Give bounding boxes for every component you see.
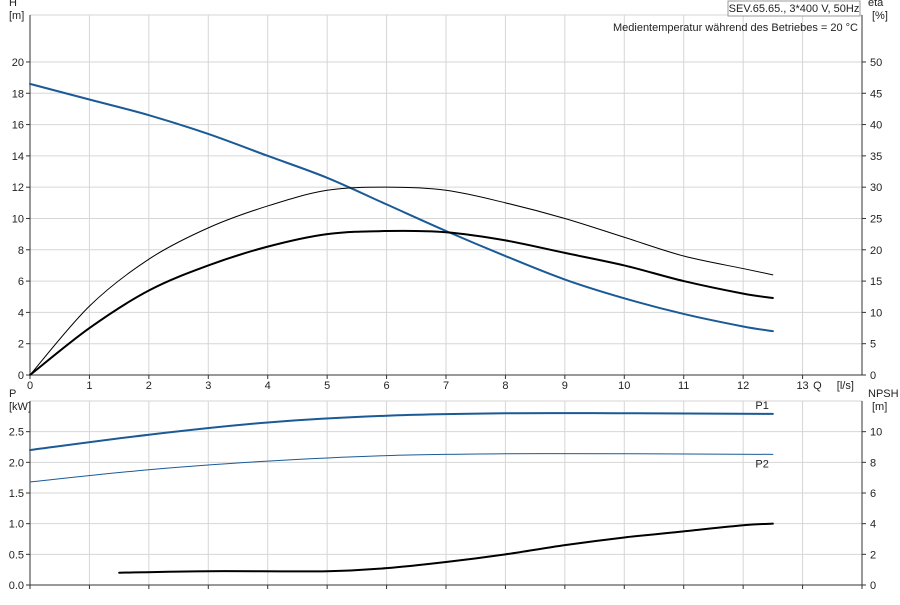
series-label-p2: P2 — [755, 458, 768, 470]
y-axis-unit-right: [%] — [872, 10, 888, 22]
y-tick-label-right: 35 — [870, 151, 882, 163]
x-tick-label: 6 — [384, 380, 390, 392]
y-tick-label-left: 14 — [12, 151, 24, 163]
y-tick-label-right: 25 — [870, 213, 882, 225]
x-tick-label: 9 — [562, 380, 568, 392]
y-tick-label-right: 6 — [870, 488, 876, 500]
y-tick-label-left: 16 — [12, 120, 24, 132]
x-tick-label: 10 — [618, 380, 630, 392]
x-tick-label: 4 — [265, 380, 271, 392]
y-tick-label-left: 4 — [18, 307, 24, 319]
y-tick-label-right: 45 — [870, 88, 882, 100]
y-axis-label-right: eta — [868, 0, 884, 9]
y-tick-label-left: 18 — [12, 88, 24, 100]
pump-name-text: SEV.65.65., 3*400 V, 50Hz — [729, 3, 860, 15]
x-tick-label: 13 — [796, 380, 808, 392]
y-tick-label-left: 0 — [18, 370, 24, 382]
y-tick-label-left: 1.0 — [9, 519, 24, 531]
y-tick-label-left: 10 — [12, 213, 24, 225]
x-tick-label: 11 — [678, 380, 689, 392]
y-tick-label-right: 10 — [870, 427, 882, 439]
y-tick-label-right: 15 — [870, 276, 882, 288]
y-tick-label-right: 40 — [870, 120, 882, 132]
pump-curve-svg: 0246810121416182005101520253035404550H[m… — [9, 0, 899, 592]
temperature-annotation: Medientemperatur während des Betriebes =… — [613, 22, 858, 34]
y-axis-label-left: P — [9, 388, 16, 400]
y-tick-label-right: 50 — [870, 57, 882, 69]
x-tick-label: 8 — [502, 380, 508, 392]
y-axis-unit-left: [kW] — [9, 401, 31, 413]
x-tick-label: 7 — [443, 380, 449, 392]
y-tick-label-left: 12 — [12, 182, 24, 194]
y-tick-label-left: 2.5 — [9, 427, 24, 439]
y-axis-unit-right: [m] — [872, 401, 887, 413]
y-tick-label-left: 2.0 — [9, 457, 24, 469]
y-tick-label-left: 0.5 — [9, 549, 24, 561]
y-axis-unit-left: [m] — [9, 10, 24, 22]
y-axis-label-left: H — [9, 0, 17, 9]
bottom-series-line-1 — [29, 453, 774, 483]
y-tick-label-right: 2 — [870, 549, 876, 561]
y-tick-label-right: 4 — [870, 519, 876, 531]
y-tick-label-right: 30 — [870, 182, 882, 194]
top-series-line-2 — [29, 229, 774, 376]
y-tick-label-right: 10 — [870, 307, 882, 319]
y-tick-label-right: 5 — [870, 339, 876, 351]
x-tick-label: 12 — [737, 380, 749, 392]
x-tick-label: 1 — [86, 380, 92, 392]
y-tick-label-right: 8 — [870, 457, 876, 469]
y-tick-label-left: 0.0 — [9, 580, 24, 592]
y-tick-label-right: 20 — [870, 245, 882, 257]
x-axis-label: Q — [813, 380, 822, 392]
x-axis-unit: [l/s] — [837, 380, 854, 392]
y-tick-label-left: 20 — [12, 57, 24, 69]
pump-curve-chart: 0 2 4 6 8 10 12 14 16 18 20 0 5 10 15 20 25 30 35 40 45 50 H [m… — [0, 0, 900, 600]
x-tick-label: 2 — [146, 380, 152, 392]
y-tick-label-left: 6 — [18, 276, 24, 288]
x-tick-label: 0 — [27, 380, 33, 392]
x-tick-label: 3 — [205, 380, 211, 392]
y-axis-label-right: NPSH — [868, 388, 899, 400]
y-tick-label-left: 1.5 — [9, 488, 24, 500]
x-tick-label: 5 — [324, 380, 330, 392]
y-tick-label-right: 0 — [870, 580, 876, 592]
y-tick-label-left: 8 — [18, 245, 24, 257]
y-tick-label-right: 0 — [870, 370, 876, 382]
y-tick-label-left: 2 — [18, 339, 24, 351]
series-label-p1: P1 — [755, 400, 768, 412]
